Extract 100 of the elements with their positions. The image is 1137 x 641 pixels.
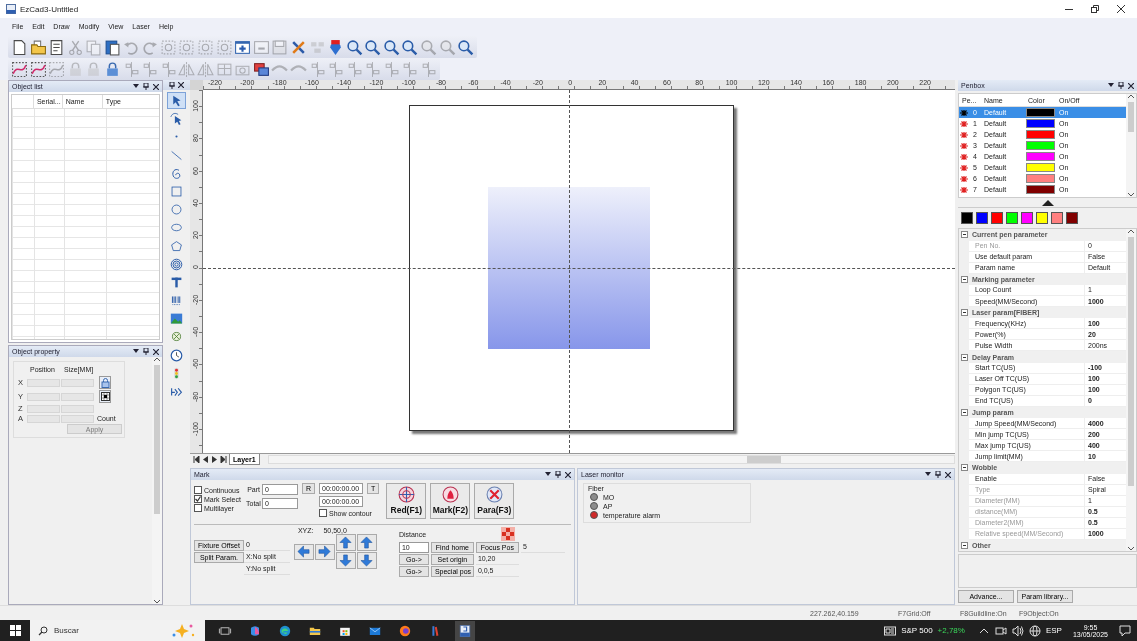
dropdown-icon[interactable] [133, 349, 139, 354]
spiral-icon[interactable] [168, 256, 185, 272]
move-right-button[interactable] [314, 543, 335, 560]
news-icon[interactable] [884, 624, 897, 637]
action-button[interactable]: Red(F1) [386, 483, 427, 519]
color-swatch[interactable] [976, 212, 988, 225]
size-field[interactable] [61, 392, 94, 401]
scroll-down-icon[interactable] [1128, 546, 1134, 552]
close-icon[interactable] [153, 348, 159, 355]
search-icon[interactable] [38, 625, 48, 636]
ticker-change[interactable]: +2,78% [937, 626, 965, 635]
clipboard-icon[interactable] [103, 38, 121, 56]
restore-icon[interactable] [1091, 5, 1099, 13]
checkbox[interactable] [319, 509, 328, 517]
move-up-button[interactable] [335, 534, 356, 551]
collapse-icon[interactable] [961, 464, 968, 472]
windows-start-icon[interactable] [9, 625, 21, 636]
close-icon[interactable] [1128, 82, 1134, 89]
search-field[interactable]: Buscar [54, 623, 164, 638]
size-field[interactable] [61, 378, 94, 387]
camera-icon[interactable] [994, 624, 1007, 637]
folder-icon[interactable] [29, 38, 47, 56]
checkbox[interactable] [194, 504, 202, 512]
new-file-icon[interactable] [11, 38, 28, 56]
layers-icon[interactable] [252, 60, 270, 78]
next-icon[interactable] [211, 456, 218, 463]
position-field[interactable] [27, 378, 60, 387]
last-icon[interactable] [220, 456, 227, 463]
size-field[interactable] [61, 414, 94, 423]
notification-icon[interactable] [1119, 624, 1131, 637]
color-swatch[interactable] [991, 212, 1003, 225]
dropdown-icon[interactable] [925, 472, 931, 477]
scroll-up-icon[interactable] [1128, 94, 1134, 99]
curve-nodes-icon[interactable] [11, 60, 28, 78]
color-swatch[interactable] [1051, 212, 1063, 225]
volume-icon[interactable] [1011, 624, 1024, 637]
size-field[interactable] [61, 404, 94, 413]
scroll-up-icon[interactable] [154, 357, 160, 362]
scroll-down-icon[interactable] [1128, 192, 1134, 198]
polygon-icon[interactable] [168, 238, 185, 254]
action-button[interactable]: Para(F3) [474, 483, 515, 519]
app-icon[interactable] [455, 620, 475, 641]
grid-button[interactable] [99, 390, 111, 403]
z-down-button[interactable] [356, 552, 377, 569]
close-icon[interactable] [1117, 5, 1125, 13]
pin-icon[interactable] [935, 471, 941, 478]
first-icon[interactable] [193, 456, 200, 463]
move-left-button[interactable] [293, 543, 314, 560]
collapse-arrow-icon[interactable] [1041, 199, 1054, 206]
language-indicator[interactable]: ESP [1045, 626, 1062, 635]
close-icon[interactable] [153, 83, 159, 90]
collapse-icon[interactable] [961, 409, 968, 416]
ticker-name[interactable]: S&P 500 [901, 626, 933, 635]
move-down-button[interactable] [335, 552, 356, 569]
position-field[interactable] [27, 414, 60, 423]
arrow-cursor-icon[interactable] [168, 93, 185, 108]
action-button[interactable]: Mark(F2) [430, 483, 471, 519]
scroll-up-icon[interactable] [1128, 229, 1134, 235]
pin-icon[interactable] [143, 348, 149, 355]
close-icon[interactable] [565, 471, 571, 478]
previous-icon[interactable] [202, 456, 209, 463]
pin-icon[interactable] [555, 471, 561, 478]
color-swatch[interactable] [961, 212, 973, 225]
color-swatch[interactable] [1036, 212, 1048, 225]
minimize-icon[interactable] [1065, 8, 1073, 10]
position-field[interactable] [27, 404, 60, 413]
dropdown-icon[interactable] [1108, 83, 1114, 88]
pin-icon[interactable] [1118, 82, 1124, 89]
zoom-icon[interactable] [401, 38, 419, 56]
curve-nodes-icon[interactable] [29, 60, 47, 78]
color-swatch[interactable] [1006, 212, 1018, 225]
window-plus-icon[interactable] [234, 38, 252, 56]
circle-icon[interactable] [168, 202, 185, 218]
dropdown-icon[interactable] [133, 84, 139, 89]
pin-icon[interactable] [169, 81, 175, 89]
collapse-icon[interactable] [961, 542, 968, 550]
color-swatch[interactable] [1021, 212, 1033, 225]
scroll-down-icon[interactable] [154, 599, 160, 604]
zoom-icon[interactable] [382, 38, 400, 56]
collapse-icon[interactable] [961, 353, 968, 361]
search-box[interactable]: Buscar [30, 620, 205, 641]
zoom-icon[interactable] [364, 38, 382, 56]
checkbox[interactable] [194, 495, 202, 503]
clock-icon[interactable] [168, 347, 185, 363]
position-field[interactable] [27, 392, 60, 401]
collapse-icon[interactable] [961, 231, 968, 239]
globe-icon[interactable] [1028, 624, 1041, 637]
dropdown-icon[interactable] [545, 472, 551, 477]
checkbox[interactable] [194, 486, 202, 494]
pin-icon[interactable] [143, 83, 149, 90]
close-icon[interactable] [178, 82, 184, 88]
zoom-icon[interactable] [345, 38, 363, 56]
collapse-icon[interactable] [961, 275, 968, 283]
scrollbar[interactable] [267, 455, 955, 464]
z-up-button[interactable] [356, 534, 377, 551]
scrollbar[interactable] [152, 357, 162, 604]
scrollbar[interactable] [1126, 94, 1136, 198]
scrollbar[interactable] [1126, 229, 1136, 552]
collapse-icon[interactable] [961, 309, 968, 317]
lock-button[interactable] [99, 376, 111, 389]
